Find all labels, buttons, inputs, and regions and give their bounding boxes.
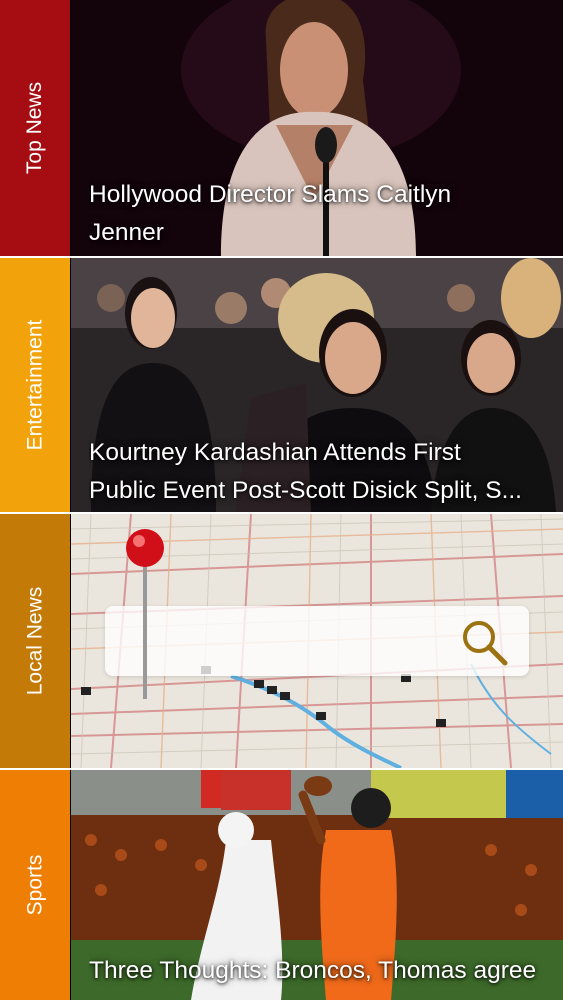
- tab-top-news-label: Top News: [23, 81, 47, 175]
- headline-line: Three Thoughts: Broncos, Thomas agree: [89, 957, 537, 984]
- sports-image[interactable]: Three Thoughts: Broncos, Thomas agree: [71, 770, 563, 1000]
- tab-entertainment[interactable]: Entertainment: [0, 258, 70, 512]
- tab-entertainment-label: Entertainment: [23, 319, 46, 451]
- map-pin-icon: [126, 529, 164, 699]
- headline-line: Public Event Post-Scott Disick Split, S.…: [89, 477, 522, 504]
- headline-line: Hollywood Director Slams Caitlyn: [89, 181, 452, 208]
- sports-headline[interactable]: Three Thoughts: Broncos, Thomas agree: [89, 952, 549, 990]
- entertainment-image[interactable]: Kourtney Kardashian Attends First Public…: [71, 258, 563, 512]
- section-entertainment[interactable]: Entertainment Kourtney Kardashian Attend…: [0, 258, 563, 512]
- local-news-map[interactable]: [71, 514, 563, 768]
- search-button[interactable]: [457, 616, 511, 670]
- entertainment-headline[interactable]: Kourtney Kardashian Attends First Public…: [89, 434, 549, 510]
- headline-line: Kourtney Kardashian Attends First: [89, 439, 461, 466]
- magnifier-icon: [463, 621, 508, 666]
- section-local-news[interactable]: Local News: [0, 514, 563, 768]
- tab-top-news[interactable]: Top News: [0, 0, 70, 256]
- top-news-headline[interactable]: Hollywood Director Slams Caitlyn Jenner: [89, 176, 549, 252]
- tab-sports-label: Sports: [22, 854, 46, 916]
- tab-local-news-label: Local News: [23, 586, 46, 696]
- headline-line: Jenner: [89, 219, 164, 246]
- section-sports[interactable]: Sports Three Thoughts: Broncos, Thomas a…: [0, 770, 563, 1000]
- section-top-news[interactable]: Top News Hollywood Director Slams Caitly…: [0, 0, 563, 256]
- tab-sports[interactable]: Sports: [0, 770, 70, 1000]
- news-app: Top News Hollywood Director Slams Caitly…: [0, 0, 563, 1000]
- top-news-image[interactable]: Hollywood Director Slams Caitlyn Jenner: [71, 0, 563, 256]
- tab-local-news[interactable]: Local News: [0, 514, 70, 768]
